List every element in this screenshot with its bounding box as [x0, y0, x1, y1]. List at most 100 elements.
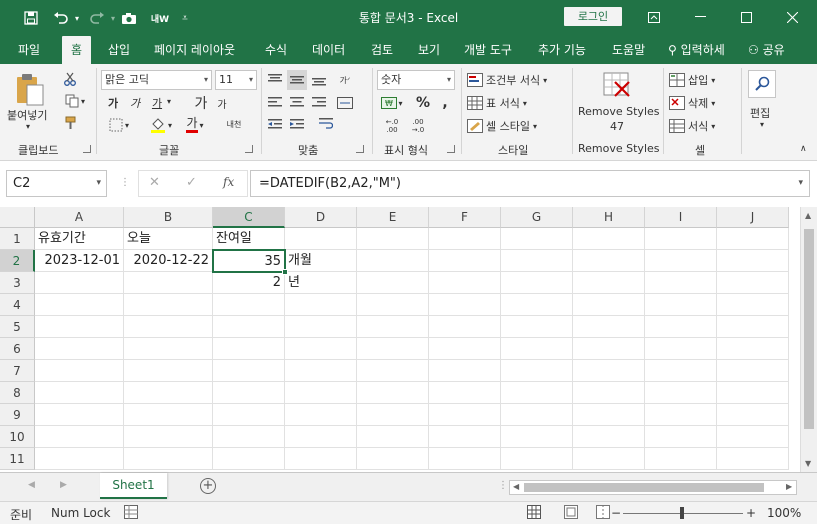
tab-splitter-icon[interactable]: ⋮ [498, 480, 508, 491]
row-header-1[interactable]: 1 [0, 228, 35, 250]
cancel-icon[interactable]: ✕ [149, 175, 160, 190]
prev-sheet-icon[interactable]: ◀ [28, 480, 35, 490]
ribbon-display-options-icon[interactable] [631, 0, 677, 34]
format-painter-icon[interactable] [60, 114, 80, 132]
horizontal-scrollbar[interactable]: ◀ ▶ [509, 480, 797, 495]
row-header-7[interactable]: 7 [0, 360, 35, 382]
worksheet-grid[interactable]: A B C D E F G H I J 1 2 3 4 5 6 7 8 9 10… [0, 207, 817, 472]
redo-icon[interactable] [86, 8, 108, 28]
tab-file[interactable]: 파일 [18, 36, 40, 64]
page-break-view-icon[interactable] [596, 505, 610, 522]
bold-button[interactable]: 가 [105, 94, 121, 112]
undo-icon[interactable] [50, 8, 72, 28]
name-box[interactable]: C2 ▾ [6, 170, 107, 197]
clipboard-launcher-icon[interactable] [83, 145, 91, 153]
cell-d3[interactable]: 년 [285, 272, 357, 294]
column-header-h[interactable]: H [573, 207, 645, 228]
cell-b1[interactable]: 오늘 [124, 228, 213, 250]
increase-indent-icon[interactable] [287, 116, 307, 134]
row-header-6[interactable]: 6 [0, 338, 35, 360]
row-header-5[interactable]: 5 [0, 316, 35, 338]
cell-b2[interactable]: 2020-12-22 [124, 250, 213, 272]
column-header-i[interactable]: I [645, 207, 717, 228]
align-center-icon[interactable] [287, 94, 307, 112]
column-header-d[interactable]: D [285, 207, 357, 228]
column-header-j[interactable]: J [717, 207, 789, 228]
page-layout-view-icon[interactable] [564, 505, 578, 522]
font-name-select[interactable]: 맑은 고딕 ▾ [101, 70, 212, 90]
tab-formulas[interactable]: 수식 [265, 36, 287, 64]
tell-me-search[interactable]: ⚲ 입력하세 [668, 36, 725, 64]
text-field-icon[interactable]: 내W [148, 8, 172, 28]
vertical-scrollbar[interactable]: ▲ ▼ [800, 207, 817, 472]
tab-view[interactable]: 보기 [418, 36, 440, 64]
font-launcher-icon[interactable] [245, 145, 253, 153]
enter-icon[interactable]: ✓ [186, 175, 197, 190]
row-header-4[interactable]: 4 [0, 294, 35, 316]
row-header-3[interactable]: 3 [0, 272, 35, 294]
collapse-ribbon-icon[interactable]: ∧ [800, 144, 807, 154]
remove-styles-icon[interactable] [600, 70, 634, 100]
wrap-text-icon[interactable] [316, 114, 336, 134]
column-header-g[interactable]: G [501, 207, 573, 228]
percent-icon[interactable]: % [412, 94, 434, 112]
tab-addins[interactable]: 추가 기능 [538, 36, 586, 64]
phonetic-button[interactable]: 내천 [222, 114, 246, 134]
undo-dropdown-icon[interactable]: ▾ [72, 8, 82, 28]
scroll-down-icon[interactable]: ▼ [805, 459, 811, 468]
conditional-formatting-button[interactable]: 조건부 서식 ▾ [467, 70, 565, 90]
tab-help[interactable]: 도움말 [612, 36, 645, 64]
format-cells-button[interactable]: 서식 ▾ [669, 116, 733, 136]
row-header-8[interactable]: 8 [0, 382, 35, 404]
underline-button[interactable]: 가 [149, 94, 165, 112]
row-header-10[interactable]: 10 [0, 426, 35, 448]
shrink-font-button[interactable]: 가 [214, 94, 230, 112]
cell-a1[interactable]: 유효기간 [35, 228, 124, 250]
next-sheet-icon[interactable]: ▶ [60, 480, 67, 490]
insert-function-icon[interactable]: fx [223, 175, 234, 189]
camera-icon[interactable] [118, 8, 140, 28]
customize-toolbar-icon[interactable]: ⩡ [178, 8, 192, 28]
cell-c2[interactable]: 35 [212, 249, 286, 273]
accounting-format-icon[interactable]: ₩ ▾ [378, 94, 406, 112]
scroll-right-icon[interactable]: ▶ [786, 482, 792, 491]
search-icon[interactable] [748, 70, 776, 98]
cell-styles-button[interactable]: 셀 스타일 ▾ [467, 116, 557, 136]
horizontal-scroll-thumb[interactable] [524, 483, 764, 492]
paste-button[interactable] [5, 70, 55, 110]
tab-developer[interactable]: 개발 도구 [464, 36, 512, 64]
cut-icon[interactable] [60, 70, 80, 88]
tab-data[interactable]: 데이터 [312, 36, 345, 64]
cell-c1[interactable]: 잔여일 [213, 228, 285, 250]
add-sheet-icon[interactable]: + [200, 478, 216, 494]
column-header-e[interactable]: E [357, 207, 429, 228]
decrease-indent-icon[interactable] [265, 116, 285, 134]
sheet-tab-sheet1[interactable]: Sheet1 [100, 473, 167, 499]
comma-icon[interactable]: , [436, 94, 454, 112]
column-header-f[interactable]: F [429, 207, 501, 228]
select-all-corner[interactable] [0, 207, 35, 228]
scroll-left-icon[interactable]: ◀ [513, 482, 519, 491]
name-box-splitter-icon[interactable]: ⋮ [120, 177, 130, 191]
column-header-b[interactable]: B [124, 207, 213, 228]
save-icon[interactable] [20, 8, 42, 28]
format-as-table-button[interactable]: 표 서식 ▾ [467, 93, 547, 113]
orientation-icon[interactable]: 가ᐟ [333, 70, 357, 90]
align-right-icon[interactable] [309, 94, 329, 112]
paste-label[interactable]: 붙여넣기 [7, 107, 47, 123]
maximize-icon[interactable] [723, 0, 769, 34]
align-left-icon[interactable] [265, 94, 285, 112]
insert-cells-button[interactable]: 삽입 ▾ [669, 70, 733, 90]
zoom-in-button[interactable]: + [746, 506, 756, 520]
merge-center-icon[interactable] [333, 94, 357, 112]
normal-view-icon[interactable] [527, 505, 541, 522]
tab-page-layout[interactable]: 페이지 레이아웃 [154, 36, 235, 64]
editing-button[interactable]: 편집 [750, 105, 770, 121]
font-size-select[interactable]: 11 ▾ [215, 70, 257, 90]
login-button[interactable]: 로그인 [564, 7, 622, 26]
cell-c3[interactable]: 2 [213, 272, 285, 294]
grow-font-button[interactable]: 가 [192, 94, 210, 112]
copy-icon[interactable]: ▾ [60, 92, 90, 110]
zoom-level[interactable]: 100% [767, 506, 801, 520]
fill-handle[interactable] [282, 269, 288, 275]
